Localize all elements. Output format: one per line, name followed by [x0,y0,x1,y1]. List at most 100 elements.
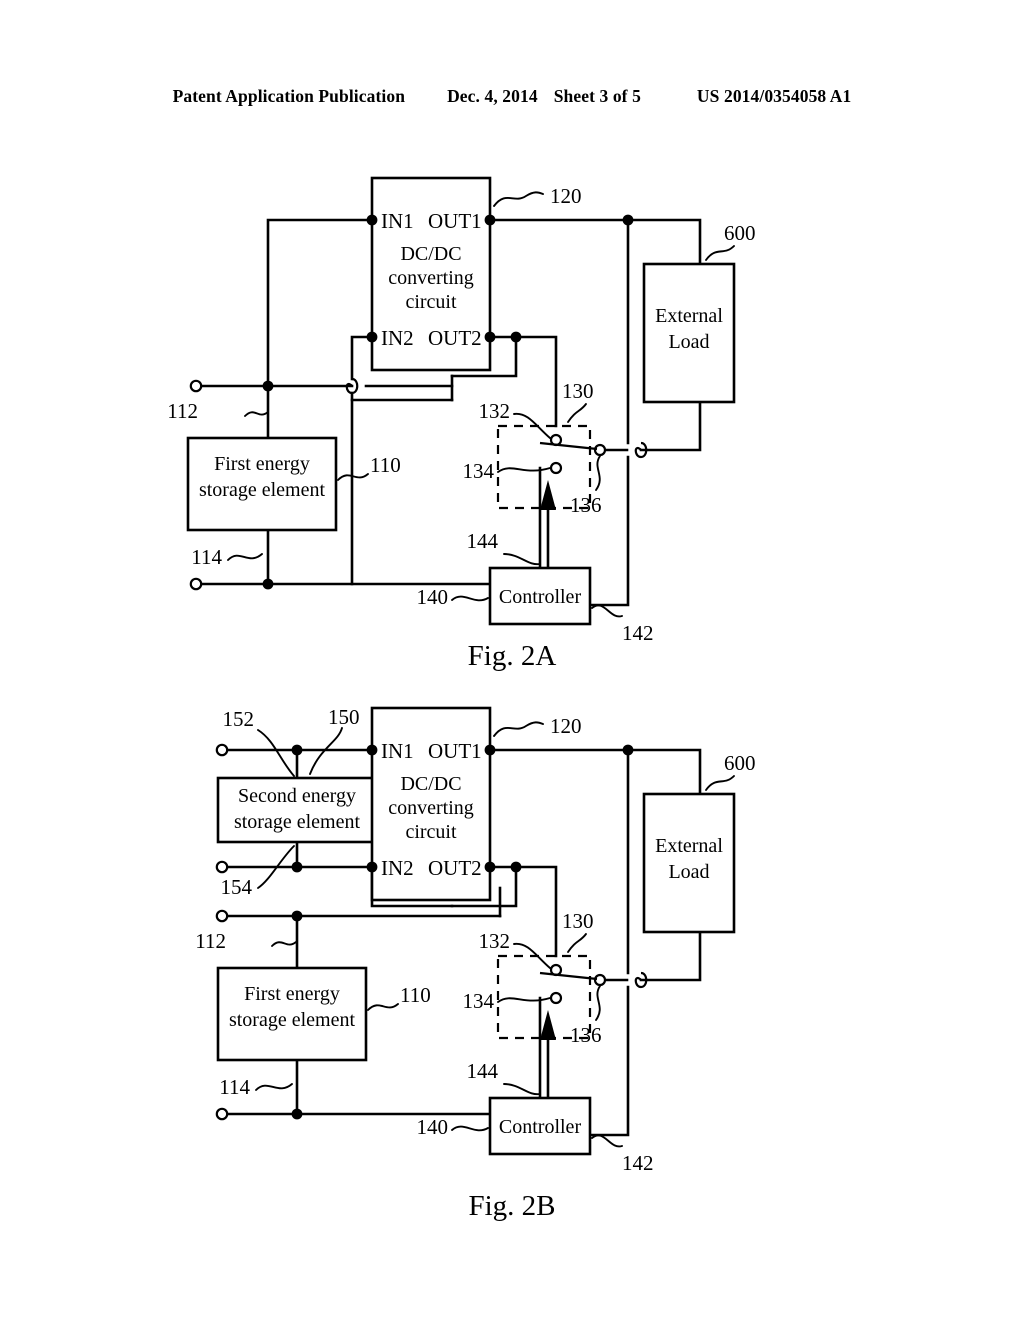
switch-terminal-134 [549,461,563,475]
controller-block: Controller 140 142 144 [417,529,654,645]
open-terminal-bottom [215,1107,229,1121]
ref-134: 134 [463,989,495,1013]
port-label-in2: IN2 [381,326,414,350]
ref-114: 114 [191,545,222,569]
converter-text-line2: converting [388,797,474,819]
port-label-in1: IN1 [381,209,414,233]
ref-134: 134 [463,459,495,483]
converter-text-line2: converting [388,267,474,289]
open-terminal-top [215,909,229,923]
port-dot-out2 [484,331,496,343]
junction-dot-out1-rail [622,214,634,226]
figure-2b: Second energy storage element 152 150 15… [0,690,1024,1190]
controller-label: Controller [499,1116,582,1138]
first-energy-storage-element-block: First energy storage element 112 114 110 [195,909,431,1121]
ref-112: 112 [195,929,226,953]
external-load-text-line2: Load [668,331,709,353]
second-energy-storage-element-block: Second energy storage element 152 150 15… [215,705,378,899]
figure-2a-caption: Fig. 2A [467,640,557,672]
ref-154: 154 [221,875,253,899]
port-label-out2: OUT2 [428,856,482,880]
converter-text-line3: circuit [405,291,457,313]
control-signal-arrow [540,1010,556,1040]
converter-text-line1: DC/DC [400,243,461,265]
junction-dot-out2-branch [510,861,522,873]
figure-2a-diagram: IN1 OUT1 IN2 OUT2 DC/DC converting circu… [167,176,756,645]
ref-114: 114 [219,1075,250,1099]
controller-block: Controller 140 142 144 [417,1059,654,1175]
first-storage-text-line2: storage element [229,1009,355,1031]
ref-136: 136 [570,1023,602,1047]
ref-140: 140 [417,1115,449,1139]
port-dot-out2 [484,861,496,873]
port-label-in1: IN1 [381,739,414,763]
header-sheet-text: Sheet 3 of 5 [553,86,641,106]
ref-110: 110 [400,983,431,1007]
port-dot-in2 [366,331,378,343]
switch-block: 130 132 134 136 [463,379,607,517]
first-storage-text-line2: storage element [199,479,325,501]
publication-header: Patent Application Publication Dec. 4, 2… [0,86,1024,107]
junction-dot-112 [291,910,303,922]
dcdc-converting-circuit-block: IN1 OUT1 IN2 OUT2 DC/DC converting circu… [366,706,582,902]
junction-dot-152 [291,744,303,756]
converter-text-line1: DC/DC [400,773,461,795]
junction-dot-114 [262,578,274,590]
external-load-text-line2: Load [668,861,709,883]
header-date-text: Dec. 4, 2014 [447,86,538,106]
ref-120: 120 [550,714,582,738]
ref-600: 600 [724,221,756,245]
port-label-in2: IN2 [381,856,414,880]
junction-dot-114 [291,1108,303,1120]
controller-label: Controller [499,586,582,608]
port-dot-out1 [484,744,496,756]
port-dot-in1 [366,744,378,756]
open-terminal-152 [215,743,229,757]
external-load-text-line1: External [655,305,723,327]
ref-600: 600 [724,751,756,775]
figure-2a: IN1 OUT1 IN2 OUT2 DC/DC converting circu… [0,150,1024,660]
port-dot-in2 [366,861,378,873]
ref-144: 144 [467,1059,499,1083]
second-storage-text-line2: storage element [234,811,360,833]
first-storage-text-line1: First energy [244,983,340,1005]
port-label-out1: OUT1 [428,739,482,763]
ref-130: 130 [562,379,594,403]
junction-dot-out1-rail [622,744,634,756]
switch-terminal-134 [549,991,563,1005]
external-load-block: External Load 600 [622,214,756,404]
first-energy-storage-element-block: First energy storage element 112 114 110 [167,379,401,591]
ref-144: 144 [467,529,499,553]
open-terminal-154 [215,860,229,874]
ref-132: 132 [479,399,511,423]
ref-130: 130 [562,909,594,933]
figure-2b-diagram: Second energy storage element 152 150 15… [195,705,756,1175]
ref-120: 120 [550,184,582,208]
external-load-block: External Load 600 [622,744,756,934]
port-label-out2: OUT2 [428,326,482,350]
port-label-out1: OUT1 [428,209,482,233]
control-signal-arrow [540,480,556,510]
port-dot-in1 [366,214,378,226]
second-storage-text-line1: Second energy [238,785,356,807]
patent-sheet: Patent Application Publication Dec. 4, 2… [0,0,1024,1320]
junction-dot-154 [291,861,303,873]
converter-text-line3: circuit [405,821,457,843]
ref-140: 140 [417,585,449,609]
ref-112: 112 [167,399,198,423]
junction-dot-out2-branch [510,331,522,343]
header-publication-text: Patent Application Publication [172,86,406,106]
ref-132: 132 [479,929,511,953]
header-patent-number: US 2014/0354058 A1 [696,86,852,106]
ref-142: 142 [622,1151,654,1175]
switch-block: 130 132 134 136 [463,909,607,1047]
ref-110: 110 [370,453,401,477]
port-dot-out1 [484,214,496,226]
junction-dot-112 [262,380,274,392]
ref-136: 136 [570,493,602,517]
open-terminal-top [189,379,203,393]
ref-152: 152 [223,707,255,731]
external-load-text-line1: External [655,835,723,857]
figure-2b-caption: Fig. 2B [468,1190,556,1222]
open-terminal-bottom [189,577,203,591]
